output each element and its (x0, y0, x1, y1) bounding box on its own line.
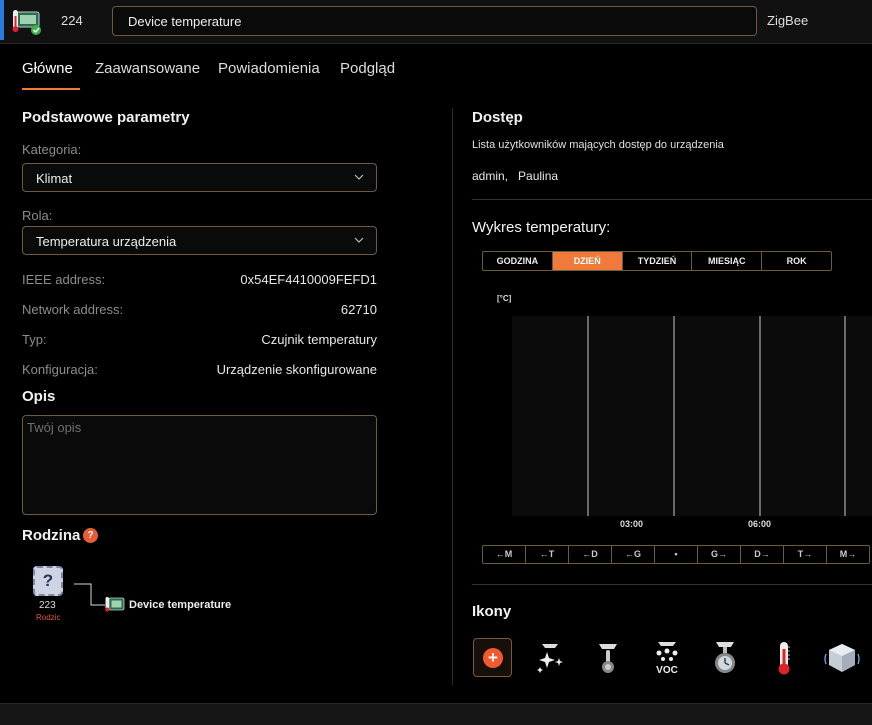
add-icon-button[interactable]: + (473, 638, 512, 677)
range-year-button[interactable]: ROK (762, 252, 831, 270)
active-tab-underline (22, 88, 80, 90)
range-selector: GODZINA DZIEŃ TYDZIEŃ MIESIĄC ROK (482, 251, 832, 271)
family-connector-line (74, 583, 105, 606)
device-id: 224 (61, 13, 83, 28)
device-sensor-icon (12, 10, 41, 35)
parent-device-id: 223 (39, 600, 56, 611)
chart-navigation: ←M ←T ←D ←G • G→ D→ T→ M→ (482, 545, 870, 564)
access-title: Dostęp (472, 109, 523, 126)
config-label: Konfiguracja: (22, 362, 98, 377)
chart-unit-label: [°C] (497, 294, 512, 303)
divider (472, 584, 872, 585)
help-icon[interactable]: ? (83, 528, 98, 543)
range-month-button[interactable]: MIESIĄC (692, 252, 763, 270)
thermometer-icon[interactable] (766, 640, 802, 676)
family-title: Rodzina (22, 527, 81, 544)
range-week-button[interactable]: TYDZIEŃ (623, 252, 693, 270)
temperature-chart[interactable] (512, 316, 872, 516)
nav-day-forward-button[interactable]: D→ (741, 546, 784, 563)
tab-preview[interactable]: Podgląd (340, 60, 395, 77)
icons-title: Ikony (472, 603, 512, 620)
network-value: 62710 (340, 302, 377, 317)
ieee-label: IEEE address: (22, 272, 106, 287)
network-label: Network address: (22, 302, 124, 317)
protocol-label: ZigBee (767, 13, 809, 28)
chart-title: Wykres temperatury: (472, 219, 611, 236)
active-indicator (0, 0, 4, 40)
description-title: Opis (22, 388, 56, 405)
probe-sensor-icon[interactable] (590, 640, 626, 676)
access-description: Lista użytkowników mających dostęp do ur… (472, 139, 724, 151)
range-day-button[interactable]: DZIEŃ (552, 252, 623, 270)
x-tick-label: 06:00 (748, 519, 772, 529)
role-value: Temperatura urządzenia (36, 234, 177, 249)
cube-sensor-icon[interactable] (824, 640, 860, 676)
bottom-bar (0, 703, 872, 725)
tab-notifications[interactable]: Powiadomienia (218, 60, 320, 77)
top-bar: 224 ZigBee (0, 0, 872, 44)
voc-sensor-icon[interactable]: VOC (649, 640, 685, 676)
tab-advanced[interactable]: Zaawansowane (95, 60, 200, 77)
column-divider (452, 108, 453, 685)
voc-icon-text: VOC (656, 665, 678, 676)
nav-month-back-button[interactable]: ←M (483, 546, 526, 563)
plus-icon: + (483, 648, 503, 668)
role-select[interactable]: Temperatura urządzenia (22, 226, 377, 255)
parent-device-icon[interactable]: ? (33, 566, 63, 596)
nav-hour-back-button[interactable]: ←G (612, 546, 655, 563)
nav-week-back-button[interactable]: ←T (526, 546, 569, 563)
description-textarea[interactable]: Twój opis (22, 415, 377, 515)
child-sensor-icon (105, 597, 125, 612)
type-value: Czujnik temperatury (261, 332, 377, 347)
x-tick-label: 03:00 (620, 519, 644, 529)
role-label: Rola: (22, 208, 53, 223)
chevron-down-icon (354, 237, 364, 243)
access-users: admin, Paulina (472, 169, 559, 183)
config-value: Urządzenie skonfigurowane (216, 362, 377, 377)
parent-role-label: Rodzic (36, 613, 61, 622)
child-device-name[interactable]: Device temperature (129, 599, 231, 611)
category-select[interactable]: Klimat (22, 163, 377, 192)
device-name-input[interactable] (112, 6, 757, 36)
category-value: Klimat (36, 171, 73, 186)
nav-now-button[interactable]: • (655, 546, 698, 563)
chart-gridline (844, 316, 846, 516)
chevron-down-icon (354, 174, 364, 180)
nav-month-forward-button[interactable]: M→ (827, 546, 869, 563)
chart-gridline (587, 316, 589, 516)
category-label: Kategoria: (22, 142, 82, 157)
chart-gridline (759, 316, 761, 516)
divider (472, 199, 872, 200)
range-hour-button[interactable]: GODZINA (483, 252, 553, 270)
timer-sensor-icon[interactable] (707, 640, 743, 676)
type-label: Typ: (22, 332, 47, 347)
ieee-value: 0x54EF4410009FEFD1 (240, 272, 377, 287)
sparkle-sensor-icon[interactable] (532, 640, 568, 676)
chart-gridline (673, 316, 675, 516)
nav-week-forward-button[interactable]: T→ (784, 546, 827, 563)
tab-main[interactable]: Główne (22, 60, 73, 77)
nav-hour-forward-button[interactable]: G→ (698, 546, 741, 563)
description-placeholder: Twój opis (27, 420, 82, 435)
nav-day-back-button[interactable]: ←D (569, 546, 612, 563)
basic-params-title: Podstawowe parametry (22, 109, 190, 126)
